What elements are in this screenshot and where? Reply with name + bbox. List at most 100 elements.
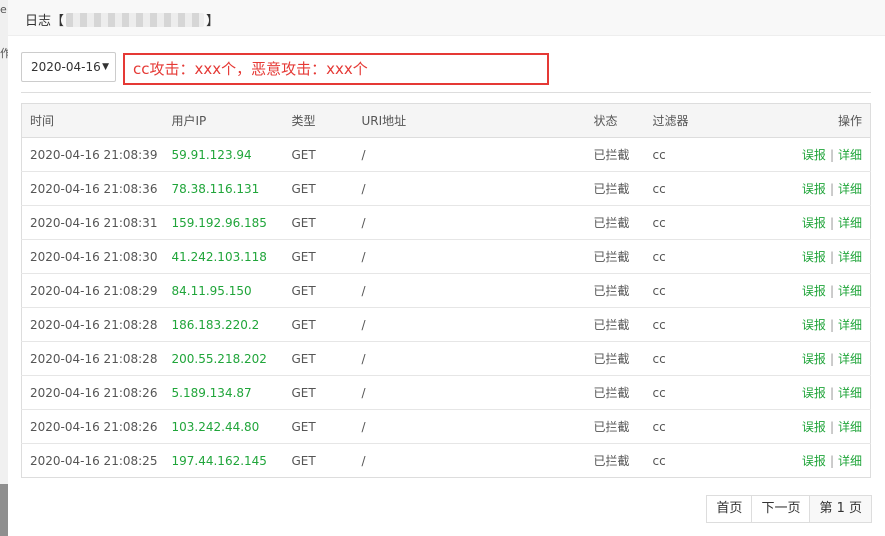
first-page-button[interactable]: 首页 bbox=[706, 495, 753, 523]
cell-time: 2020-04-16 21:08:28 bbox=[21, 341, 172, 376]
false-positive-link[interactable]: 误报 bbox=[802, 454, 826, 468]
cell-ip: 84.11.95.150 bbox=[171, 273, 292, 308]
attack-count-note: cc攻击：xxx个，恶意攻击：xxx个 bbox=[123, 53, 549, 85]
false-positive-link[interactable]: 误报 bbox=[802, 216, 826, 230]
column-header-filter: 过滤器 bbox=[652, 103, 743, 138]
ops-separator: | bbox=[829, 148, 834, 162]
cell-filter: cc bbox=[652, 171, 743, 206]
cell-time: 2020-04-16 21:08:39 bbox=[21, 137, 172, 172]
cell-ip: 200.55.218.202 bbox=[171, 341, 292, 376]
false-positive-link[interactable]: 误报 bbox=[802, 250, 826, 264]
detail-link[interactable]: 详细 bbox=[838, 250, 862, 264]
detail-link[interactable]: 详细 bbox=[838, 318, 862, 332]
cell-status: 已拦截 bbox=[593, 341, 653, 376]
cell-uri: / bbox=[361, 409, 594, 444]
cell-filter: cc bbox=[652, 341, 743, 376]
column-header-time: 时间 bbox=[21, 103, 172, 138]
cell-ops: 误报 | 详细 bbox=[742, 375, 871, 410]
cell-filter: cc bbox=[652, 453, 666, 468]
cell-status: 已拦截 bbox=[593, 205, 653, 240]
cell-type: GET bbox=[291, 239, 362, 274]
background-page: e 作 bbox=[0, 0, 11, 536]
table-row: 2020-04-16 21:08:31 159.192.96.185 GET /… bbox=[21, 205, 871, 240]
cell-uri: / bbox=[361, 239, 594, 274]
ops-separator: | bbox=[829, 250, 834, 264]
background-text: e bbox=[0, 3, 7, 16]
column-header-uri: URI地址 bbox=[361, 103, 594, 138]
column-header-ip: 用户IP bbox=[171, 103, 292, 138]
cell-time: 2020-04-16 21:08:29 bbox=[21, 273, 172, 308]
cell-status: 已拦截 bbox=[593, 273, 653, 308]
cell-filter: cc bbox=[652, 137, 743, 172]
cell-filter: cc bbox=[652, 239, 743, 274]
cell-type: GET bbox=[291, 273, 362, 308]
false-positive-link[interactable]: 误报 bbox=[802, 284, 826, 298]
detail-link[interactable]: 详细 bbox=[838, 182, 862, 196]
cell-time: 2020-04-16 21:08:30 bbox=[21, 239, 172, 274]
false-positive-link[interactable]: 误报 bbox=[802, 420, 826, 434]
date-select-value: 2020-04-16 bbox=[31, 60, 101, 74]
cell-uri: / bbox=[361, 375, 594, 410]
table-row: 2020-04-16 21:08:26 103.242.44.80 GET / … bbox=[21, 409, 871, 444]
cell-ip: 5.189.134.87 bbox=[171, 375, 292, 410]
divider bbox=[21, 92, 871, 93]
log-dialog: 日志【 】 2020-04-16 ▼ cc攻击：xxx个，恶意攻击：xxx个 时… bbox=[8, 0, 885, 536]
cell-uri: / bbox=[361, 273, 594, 308]
cell-status: 已拦截 bbox=[593, 137, 653, 172]
table-row: 2020-04-16 21:08:26 5.189.134.87 GET / 已… bbox=[21, 375, 871, 410]
cell-ip: 41.242.103.118 bbox=[171, 239, 292, 274]
cell-time: 2020-04-16 21:08:26 bbox=[21, 409, 172, 444]
ops-separator: | bbox=[829, 386, 834, 400]
detail-link[interactable]: 详细 bbox=[838, 216, 862, 230]
column-header-status: 状态 bbox=[593, 103, 653, 138]
detail-link[interactable]: 详细 bbox=[838, 386, 862, 400]
cell-ip: 159.192.96.185 bbox=[171, 205, 292, 240]
cell-ops: 误报 | 详细 bbox=[742, 205, 871, 240]
detail-link[interactable]: 详细 bbox=[838, 352, 862, 366]
detail-link[interactable]: 详细 bbox=[838, 284, 862, 298]
false-positive-link[interactable]: 误报 bbox=[802, 182, 826, 196]
dialog-title-suffix: 】 bbox=[206, 14, 220, 29]
cell-type: GET bbox=[291, 205, 362, 240]
cell-type: GET bbox=[291, 409, 362, 444]
cell-ip: 197.44.162.145 bbox=[171, 453, 267, 468]
table-header-row: 时间 用户IP 类型 URI地址 状态 过滤器 操作 bbox=[21, 103, 871, 138]
cell-status: 已拦截 bbox=[593, 307, 653, 342]
false-positive-link[interactable]: 误报 bbox=[802, 352, 826, 366]
dialog-header: 日志【 】 bbox=[8, 0, 885, 36]
background-overlay bbox=[0, 484, 8, 536]
cell-ops: 误报 | 详细 bbox=[742, 341, 871, 376]
cell-uri: / bbox=[361, 307, 594, 342]
detail-link[interactable]: 详细 bbox=[838, 148, 862, 162]
false-positive-link[interactable]: 误报 bbox=[802, 386, 826, 400]
redacted-site-name bbox=[66, 12, 205, 27]
cell-ops: 误报 | 详细 bbox=[742, 409, 871, 444]
cell-uri: / bbox=[361, 205, 594, 240]
table-row: 2020-04-16 21:08:39 59.91.123.94 GET / 已… bbox=[21, 137, 871, 172]
cell-filter: cc bbox=[652, 205, 743, 240]
cell-type: GET bbox=[291, 171, 362, 206]
cell-time: 2020-04-16 21:08:36 bbox=[21, 171, 172, 206]
cell-type: GET bbox=[291, 137, 362, 172]
dialog-title: 日志【 】 bbox=[25, 10, 219, 29]
cell-type: GET bbox=[291, 375, 362, 410]
ops-separator: | bbox=[829, 284, 834, 298]
detail-link[interactable]: 详细 bbox=[838, 454, 862, 468]
next-page-button[interactable]: 下一页 bbox=[751, 495, 811, 523]
cell-type: GET bbox=[291, 307, 362, 342]
table-row: 2020-04-16 21:08:30 41.242.103.118 GET /… bbox=[21, 239, 871, 274]
cell-type: GET bbox=[291, 341, 362, 376]
false-positive-link[interactable]: 误报 bbox=[802, 148, 826, 162]
cell-time: 2020-04-16 21:08:26 bbox=[21, 375, 172, 410]
date-select[interactable]: 2020-04-16 ▼ bbox=[21, 52, 116, 82]
cell-ops: 误报 | 详细 bbox=[742, 239, 871, 274]
table-row: 2020-04-16 21:08:36 78.38.116.131 GET / … bbox=[21, 171, 871, 206]
cell-filter: cc bbox=[652, 273, 743, 308]
pagination: 首页 下一页 第 1 页 bbox=[706, 495, 872, 523]
detail-link[interactable]: 详细 bbox=[838, 420, 862, 434]
column-header-type: 类型 bbox=[291, 103, 362, 138]
table-row: 2020-04-16 21:08:28 186.183.220.2 GET / … bbox=[21, 307, 871, 342]
false-positive-link[interactable]: 误报 bbox=[802, 318, 826, 332]
ops-separator: | bbox=[829, 420, 834, 434]
cell-time: 2020-04-16 21:08:28 bbox=[21, 307, 172, 342]
